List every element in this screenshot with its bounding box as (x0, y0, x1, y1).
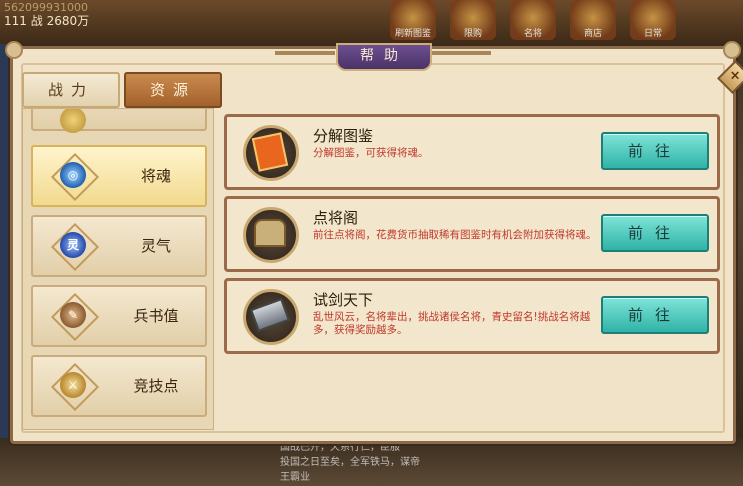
tab-power[interactable]: 战力 (22, 72, 120, 108)
event-icon[interactable]: 名将 (510, 0, 556, 40)
welfare-icon[interactable]: 日常 (630, 0, 676, 40)
entry-desc: 分解图鉴，可获得将魂。 (313, 147, 429, 159)
entry-title: 试剑天下 (313, 291, 374, 309)
category-label: 兵书值 (133, 307, 179, 325)
entry-recruit-pavilion: 点将阁 前往点将阁，花费货币抽取稀有图鉴时有机会附加获得将魂。 前往 (224, 196, 720, 272)
entry-title: 点将阁 (313, 209, 359, 227)
category-item-soul[interactable]: ◎ 将魂 (31, 145, 207, 207)
chat-box[interactable]: 国战已开，天系行仁，臣服 投国之日至矣，全军铁马，谋帝 王霸业 (280, 440, 470, 485)
entry-title: 分解图鉴 (313, 127, 374, 145)
title-ornament-left (275, 51, 335, 55)
recharge-icon[interactable]: 刷新图鉴 (390, 0, 436, 40)
category-label: 竞技点 (133, 377, 179, 395)
category-item-bookvalue[interactable]: ✎ 兵书值 (31, 285, 207, 347)
scroll-icon: ✎ (50, 292, 100, 342)
power-value: 2680万 (46, 14, 90, 28)
category-list[interactable]: ◎ 将魂 灵 灵气 ✎ 兵书值 ⚔ 竞技点 (22, 108, 214, 430)
iron-ingot-icon (241, 287, 299, 345)
chat-line: 王霸业 (280, 472, 310, 483)
pavilion-icon (241, 205, 299, 263)
go-button[interactable]: 前往 (601, 296, 709, 334)
go-button[interactable]: 前往 (601, 214, 709, 252)
bonus-icon[interactable]: 限购 (450, 0, 496, 40)
corner-ornament (723, 41, 741, 59)
corner-ornament (5, 41, 23, 59)
gold-icon (51, 109, 95, 133)
sword-coin-icon: ⚔ (50, 362, 100, 412)
entry-desc: 前往点将阁，花费货币抽取稀有图鉴时有机会附加获得将魂。 (313, 229, 597, 241)
spirit-orb-icon: 灵 (50, 222, 100, 272)
top-hud-bar: 562099931000 111 战 2680万 刷新图鉴 限购 名将 商店 日… (0, 0, 743, 44)
entry-desc: 乱世风云，名将辈出，挑战诸侯名将，青史留名!挑战名将越多，获得奖励越多。 (313, 311, 591, 336)
chat-line: 投国之日至矣，全军铁马，谋帝 (280, 457, 420, 468)
resource-entries: 分解图鉴 分解图鉴，可获得将魂。 前往 点将阁 前往点将阁，花费货币抽取稀有图鉴… (220, 108, 726, 428)
title-ornament-right (431, 51, 491, 55)
entry-decompose: 分解图鉴 分解图鉴，可获得将魂。 前往 (224, 114, 720, 190)
power-label: 战 (30, 14, 43, 28)
player-stats: 562099931000 111 战 2680万 (0, 0, 175, 36)
category-item-spirit[interactable]: 灵 灵气 (31, 215, 207, 277)
hud-icon-row: 刷新图鉴 限购 名将 商店 日常 (390, 0, 720, 40)
player-level: 111 (4, 14, 27, 28)
card-book-icon (241, 123, 299, 181)
tab-resources[interactable]: 资源 (124, 72, 222, 108)
shop-icon[interactable]: 商店 (570, 0, 616, 40)
category-item-partial[interactable] (31, 109, 207, 133)
category-label: 灵气 (140, 237, 171, 255)
close-icon: × (729, 68, 741, 84)
dialog-title: 帮助 (336, 43, 432, 71)
swirl-soul-icon: ◎ (50, 152, 100, 202)
go-button[interactable]: 前往 (601, 132, 709, 170)
category-item-arena[interactable]: ⚔ 竞技点 (31, 355, 207, 417)
category-label: 将魂 (140, 167, 171, 185)
entry-sword-trial: 试剑天下 乱世风云，名将辈出，挑战诸侯名将，青史留名!挑战名将越多，获得奖励越多… (224, 278, 720, 354)
